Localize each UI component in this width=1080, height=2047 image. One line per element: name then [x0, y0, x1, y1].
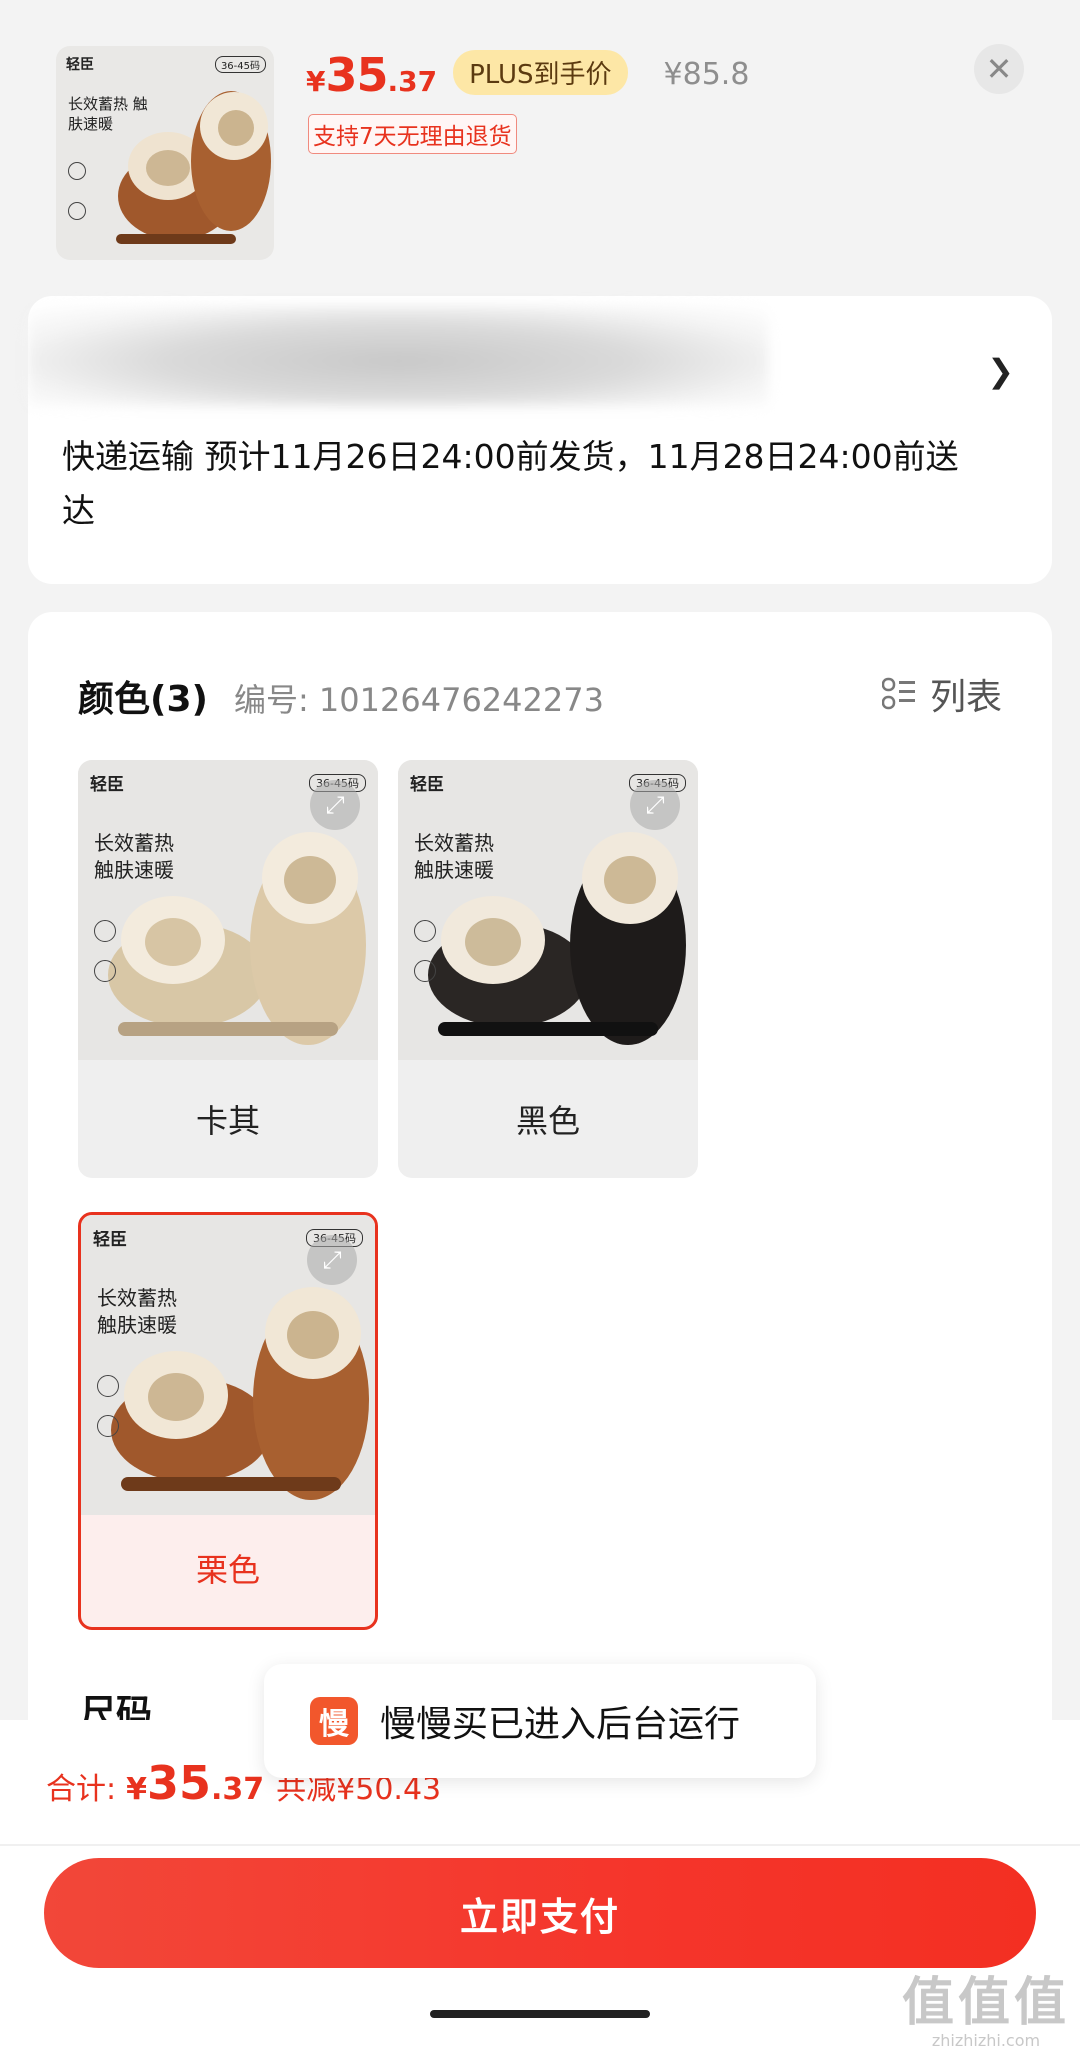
toast-message: 慢慢买已进入后台运行	[380, 1704, 741, 1745]
price-currency: ¥	[306, 65, 326, 98]
fur-badge-icon	[94, 920, 116, 942]
antislip-badge-icon	[68, 202, 86, 220]
sku-option-label: 黑色	[515, 1102, 580, 1140]
fur-badge-icon	[97, 1375, 119, 1397]
brand-logo-text: 轻臣	[93, 1230, 127, 1250]
brand-logo-text: 轻臣	[66, 57, 94, 73]
watermark-logo: 值值值	[901, 1973, 1070, 2033]
fur-badge-icon	[68, 162, 86, 180]
product-slogan: 长效蓄热 触肤速暖	[68, 95, 148, 133]
brand-logo-text: 轻臣	[410, 775, 444, 795]
close-icon: ✕	[985, 50, 1013, 88]
expand-icon[interactable]: ⤢	[310, 780, 360, 830]
sku-option-label: 卡其	[195, 1102, 260, 1140]
manmanbuy-app-icon: 慢	[310, 1697, 358, 1745]
original-price: ¥85.8	[663, 56, 750, 92]
pay-now-button[interactable]: 立即支付	[44, 1858, 1036, 1968]
slipper-illustration	[116, 91, 271, 244]
sku-header: 颜色(3) 编号: 10126476242273	[78, 670, 604, 722]
total-currency: ¥	[126, 1772, 147, 1807]
antislip-badge-icon	[94, 960, 116, 982]
sku-option-chestnut[interactable]: 轻臣 36-45码 长效蓄热 触肤速暖 ⤢ 栗色	[78, 1212, 378, 1630]
size-range-tag: 36-45码	[214, 56, 266, 73]
product-header: 轻臣 36-45码 长效蓄热 触肤速暖 ¥ 35 .37 PLUS到手价 ¥85…	[0, 0, 1080, 290]
list-label: 列表	[929, 677, 1002, 718]
fur-badge-icon	[414, 920, 436, 942]
expand-icon[interactable]: ⤢	[307, 1235, 357, 1285]
background-toast: 慢 慢慢买已进入后台运行	[264, 1664, 816, 1778]
site-watermark: 值值值 zhizhizhi.com	[902, 1960, 1070, 2047]
sku-option-khaki[interactable]: 轻臣 36-45码 长效蓄热 触肤速暖 ⤢ 卡其	[78, 760, 378, 1178]
sku-option-label: 栗色	[195, 1551, 260, 1589]
product-slogan: 长效蓄热 触肤速暖	[94, 831, 174, 882]
expand-icon[interactable]: ⤢	[630, 780, 680, 830]
list-view-toggle[interactable]: 列表	[881, 668, 1002, 720]
sku-option-black[interactable]: 轻臣 36-45码 长效蓄热 触肤速暖 ⤢ 黑色	[398, 760, 698, 1178]
price-row: ¥ 35 .37 PLUS到手价 ¥85.8	[306, 48, 749, 104]
product-slogan: 长效蓄热 触肤速暖	[97, 1286, 177, 1337]
divider	[0, 1844, 1080, 1846]
feature-badges	[68, 162, 86, 242]
list-icon	[881, 677, 915, 710]
total-label: 合计:	[46, 1772, 117, 1807]
antislip-badge-icon	[414, 960, 436, 982]
home-indicator[interactable]	[430, 2010, 650, 2018]
product-slogan: 长效蓄热 触肤速暖	[414, 831, 494, 882]
delivery-card[interactable]: ❯ 快递运输 预计11月26日24:00前发货，11月28日24:00前送达	[28, 296, 1052, 584]
delivery-estimate: 快递运输 预计11月26日24:00前发货，11月28日24:00前送达	[62, 437, 959, 530]
product-thumbnail: 轻臣 36-45码 长效蓄热 触肤速暖	[56, 46, 274, 260]
price-integer: 35	[325, 48, 388, 102]
close-button[interactable]: ✕	[974, 44, 1024, 94]
sku-code: 编号: 10126476242273	[233, 681, 604, 719]
return-policy-tag: 支持7天无理由退货	[308, 114, 517, 154]
price-decimal: .37	[387, 65, 438, 98]
color-section-title: 颜色(3)	[78, 679, 208, 720]
chevron-right-icon[interactable]: ❯	[987, 352, 1014, 390]
address-blurred	[28, 306, 768, 406]
antislip-badge-icon	[97, 1415, 119, 1437]
plus-price-badge: PLUS到手价	[453, 49, 628, 95]
total-integer: 35	[146, 1756, 211, 1810]
total-decimal: .37	[211, 1772, 265, 1807]
brand-logo-text: 轻臣	[90, 775, 124, 795]
sku-card: 颜色(3) 编号: 10126476242273 列表 轻臣 36-45	[28, 612, 1052, 1792]
